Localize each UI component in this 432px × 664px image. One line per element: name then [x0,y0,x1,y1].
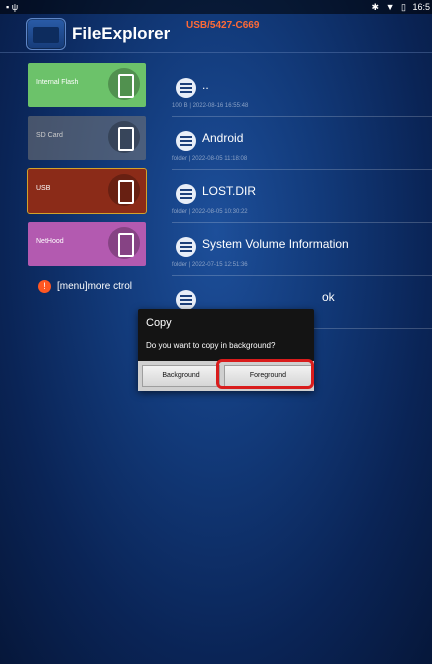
current-path: USB/5427-C669 [186,20,260,31]
sidebar-item-label: Internal Flash [36,79,79,86]
network-icon [108,227,140,259]
row-divider [172,169,432,170]
menu-hint: ! [menu]more ctrol [38,280,132,293]
folder-icon [26,18,66,50]
sd-card-icon [108,121,140,153]
status-icons: ✱ ▼ ▯ 16:5 [368,2,431,13]
menu-hint-text: [menu]more ctrol [57,281,133,293]
row-divider [172,222,432,223]
chip-icon [108,68,140,100]
app-title: FileExplorer [72,24,171,43]
sidebar-item-label: SD Card [36,132,63,139]
usb-icon [108,174,140,206]
alert-icon: ! [38,280,51,293]
sidebar-item-sd-card[interactable]: SD Card [28,116,146,160]
file-meta: folder | 2022-08-05 11:18:08 [172,156,248,162]
status-bar: ▪ ψ ✱ ▼ ▯ 16:5 [0,0,432,14]
battery-icon: ▯ [401,2,406,12]
wifi-icon: ▼ [385,2,395,12]
dialog-message: Do you want to copy in background? [146,341,276,350]
list-icon [176,237,196,257]
list-icon [176,131,196,151]
file-row-android[interactable]: Android folder | 2022-08-05 11:18:08 [172,119,432,172]
file-name: .. [202,78,209,92]
sidebar-item-internal-flash[interactable]: Internal Flash [28,63,146,107]
app-bar: FileExplorer USB/5427-C669 [0,14,432,52]
row-divider [172,275,432,276]
sidebar-item-usb[interactable]: USB [27,168,147,214]
list-icon [176,184,196,204]
sidebar-item-nethood[interactable]: NetHood [28,222,146,266]
file-meta: folder | 2022-08-05 10:30:22 [172,209,248,215]
list-icon [176,290,196,310]
highlight-box [216,359,314,389]
dialog-title: Copy [146,317,172,329]
divider [0,52,432,53]
file-list: .. 100 B | 2022-08-16 16:55:48 Android f… [172,66,432,331]
file-name: LOST.DIR [202,184,257,198]
list-icon [176,78,196,98]
file-row-parent[interactable]: .. 100 B | 2022-08-16 16:55:48 [172,66,432,119]
file-name: Android [202,131,244,145]
background-button[interactable]: Background [142,365,220,387]
notification-icons: ▪ ψ [6,2,19,12]
file-meta: folder | 2022-07-15 12:51:36 [172,262,248,268]
file-meta: 100 B | 2022-08-16 16:55:48 [172,103,249,109]
file-row-lost-dir[interactable]: LOST.DIR folder | 2022-08-05 10:30:22 [172,172,432,225]
sidebar-item-label: NetHood [36,238,64,245]
file-name: System Volume Information [202,237,349,251]
file-name: ok [322,290,335,304]
row-divider [172,116,432,117]
sidebar-item-label: USB [36,185,51,192]
file-row-system-volume-information[interactable]: System Volume Information folder | 2022-… [172,225,432,278]
bluetooth-icon: ✱ [371,2,380,12]
clock: 16:5 [412,2,430,12]
